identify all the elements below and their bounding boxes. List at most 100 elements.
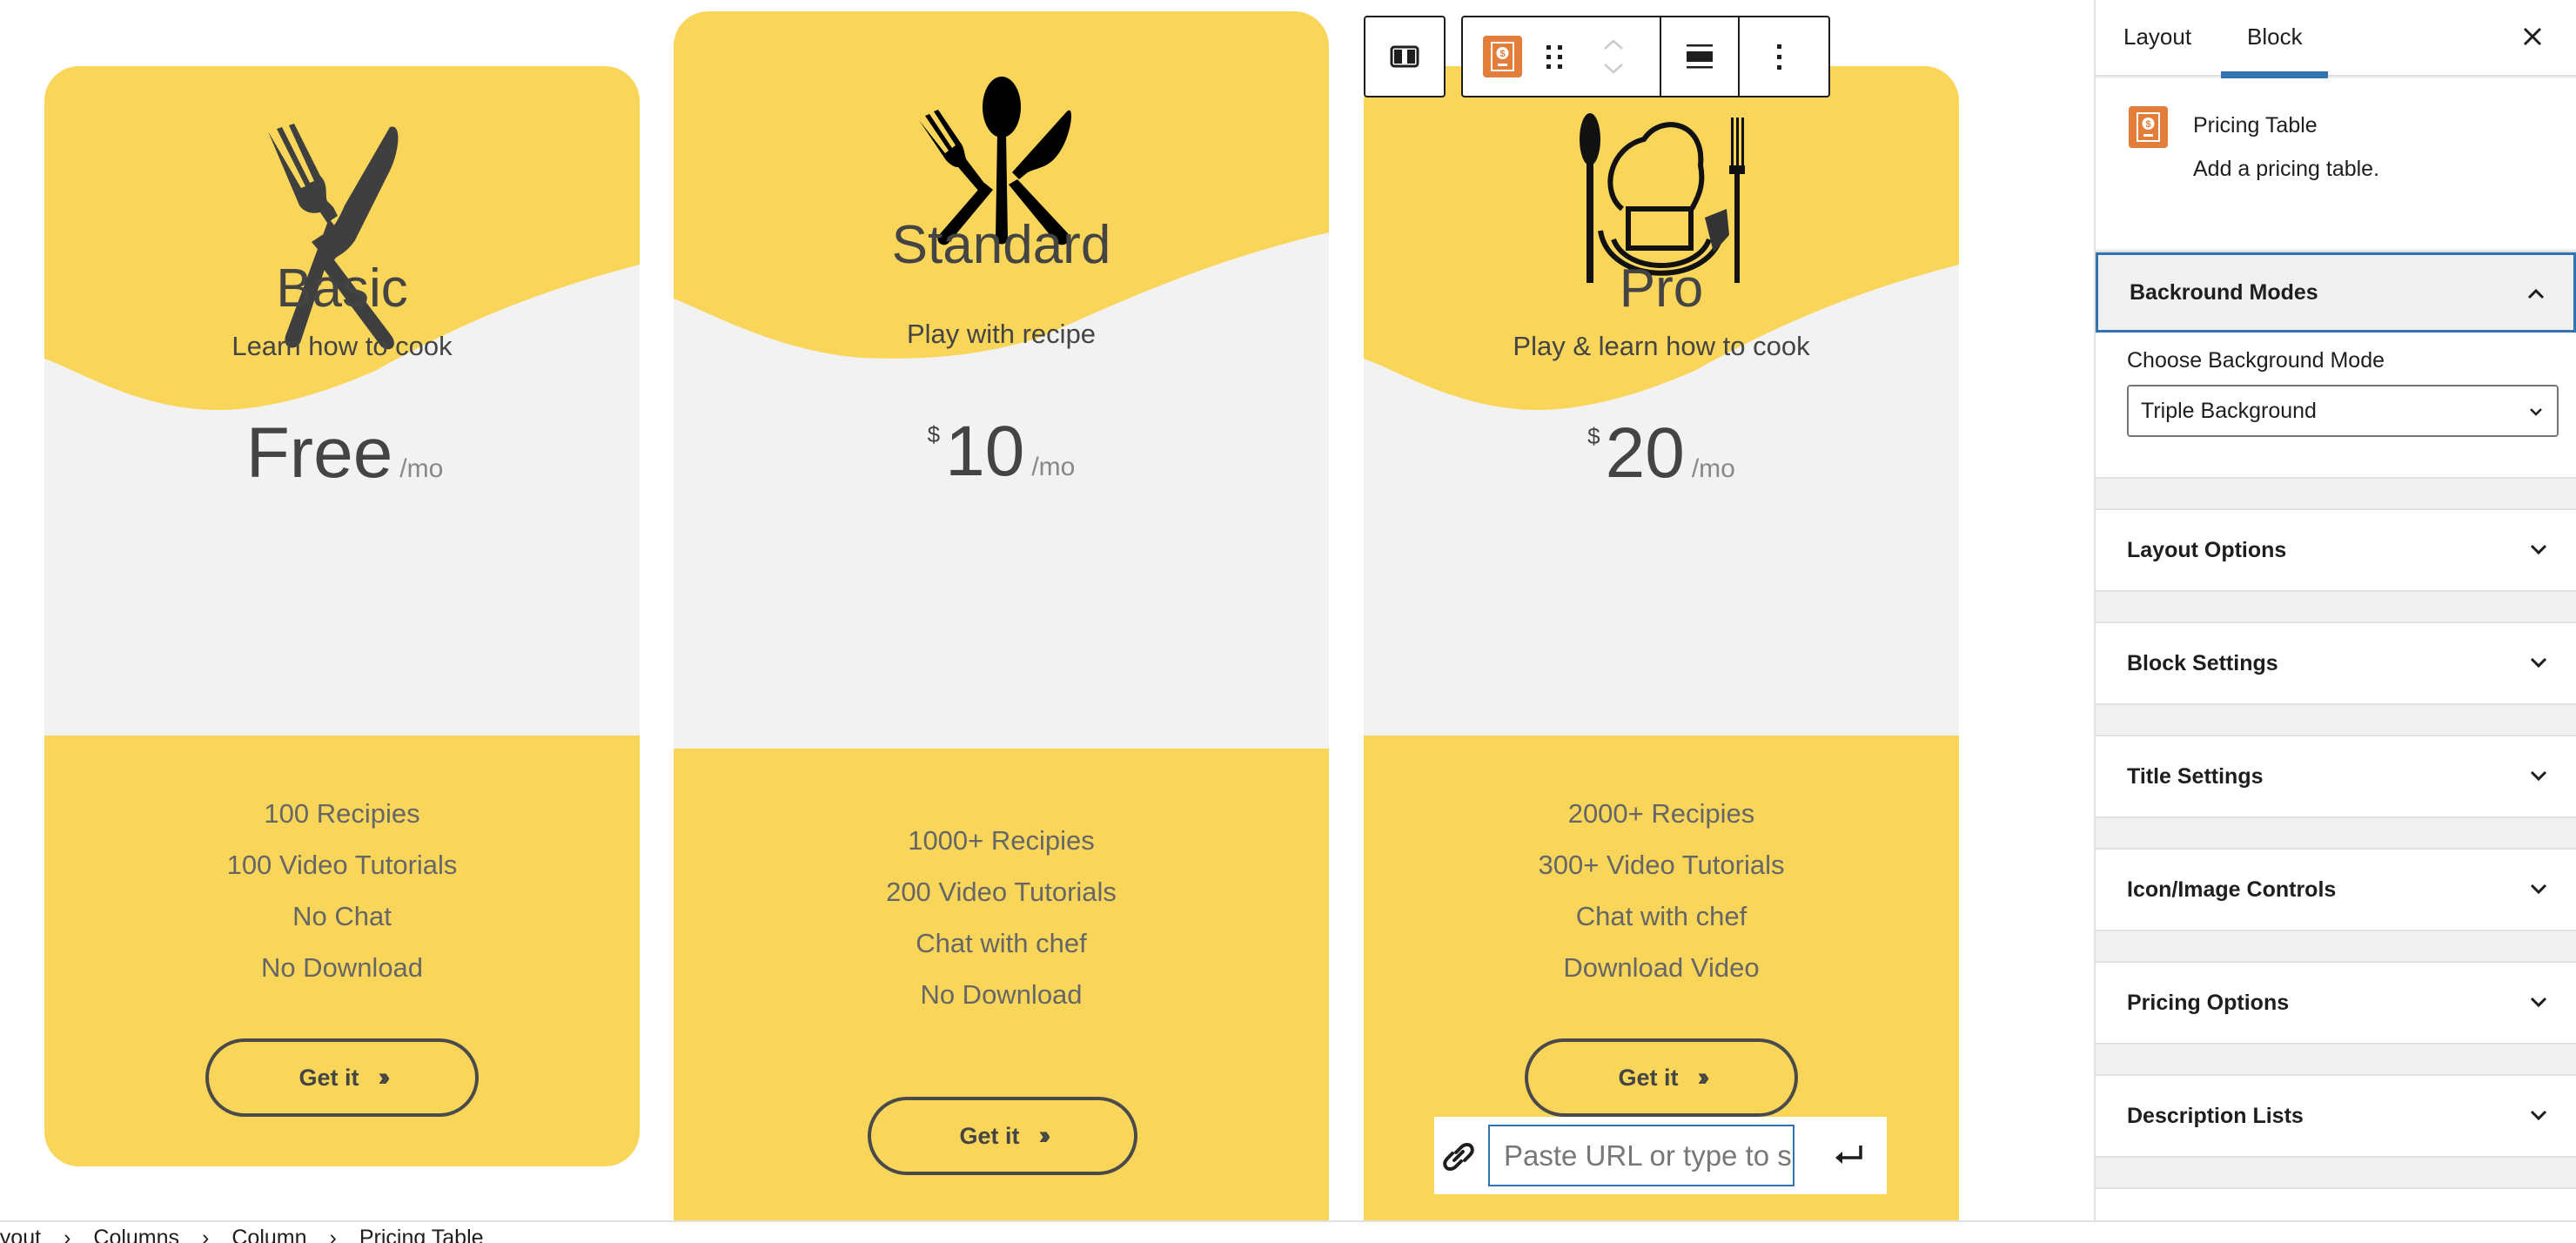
panel-toggle[interactable]: Title Settings: [2096, 736, 2576, 816]
panel-title: Backround Modes: [2130, 279, 2318, 305]
button-label: Get it: [959, 1122, 1020, 1149]
svg-text:$: $: [1499, 49, 1505, 59]
breadcrumb-separator-icon: ›: [202, 1226, 210, 1243]
get-it-button[interactable]: Get it ››: [868, 1097, 1137, 1175]
feature-item: Download Video: [1563, 952, 1760, 983]
pricing-table-block-icon: $: [1482, 36, 1522, 77]
panel-next: [2096, 1187, 2576, 1220]
submit-link-button[interactable]: [1828, 1134, 1869, 1176]
panel-background-modes: Backround Modes Choose Background Mode T…: [2096, 251, 2576, 479]
block-breadcrumb: Layout › Columns › Column › Pricing Table: [0, 1220, 2576, 1243]
panel-toggle[interactable]: Description Lists: [2096, 1076, 2576, 1156]
block-toolbar-parent-group: [1364, 16, 1446, 97]
pricing-card-pro[interactable]: Pro Play & learn how to cook $20/mo 2000…: [1364, 66, 1959, 1220]
editor-canvas: Basic Learn how to cook Free/mo 100 Reci…: [0, 0, 2096, 1220]
select-parent-columns-button[interactable]: [1365, 17, 1444, 96]
panel-toggle[interactable]: Block Settings: [2096, 623, 2576, 703]
plan-title: Standard: [891, 215, 1111, 275]
block-toolbar: $: [1461, 16, 1830, 97]
field-label: Choose Background Mode: [2127, 348, 2385, 373]
double-chevron-right-icon: ››: [1697, 1063, 1710, 1092]
panel-toggle[interactable]: Icon/Image Controls: [2096, 850, 2576, 930]
block-card: $ Pricing Table Add a pricing table.: [2096, 78, 2576, 249]
plan-price: Free/mo: [44, 418, 640, 489]
price-period: /mo: [1031, 453, 1076, 481]
plan-subtitle: Play with recipe: [906, 319, 1097, 349]
breadcrumb-separator-icon: ›: [64, 1226, 71, 1243]
breadcrumb-item[interactable]: Column: [231, 1226, 306, 1243]
feature-item: 200 Video Tutorials: [886, 877, 1117, 907]
link-icon: [1443, 1143, 1474, 1171]
pricing-table-block-icon: $: [2129, 106, 2168, 148]
double-chevron-right-icon: ››: [378, 1063, 391, 1092]
chevron-down-icon: [2530, 657, 2547, 669]
select-value: Triple Background: [2141, 398, 2317, 423]
card-bottom-section: 1000+ Recipies 200 Video Tutorials Chat …: [674, 749, 1329, 1220]
background-mode-select[interactable]: Triple Background: [2127, 385, 2559, 437]
panel-block-settings: Block Settings: [2096, 622, 2576, 705]
panel-title: Description Lists: [2127, 1103, 2304, 1128]
feature-item: 100 Video Tutorials: [226, 850, 458, 880]
panel-title: Block Settings: [2127, 650, 2278, 675]
chevron-down-icon: [2530, 770, 2547, 782]
feature-item: No Chat: [292, 901, 392, 931]
tab-layout[interactable]: Layout: [2123, 0, 2191, 77]
chevron-down-icon: [2530, 544, 2547, 555]
close-icon: [2523, 27, 2542, 46]
move-down-icon[interactable]: [1603, 63, 1624, 75]
get-it-button[interactable]: Get it ››: [1525, 1038, 1798, 1117]
panel-toggle[interactable]: Pricing Options: [2096, 963, 2576, 1043]
feature-item: No Download: [920, 979, 1083, 1010]
link-popover: [1434, 1117, 1887, 1194]
breadcrumb-item[interactable]: Layout: [0, 1226, 41, 1243]
drag-handle-icon: [1546, 45, 1562, 69]
plan-subtitle: Learn how to cook: [231, 331, 453, 361]
align-full-icon: [1687, 44, 1713, 69]
panel-title: Pricing Options: [2127, 990, 2290, 1015]
price-period: /mo: [399, 454, 444, 483]
tab-block[interactable]: Block: [2221, 0, 2327, 78]
plan-price: $10/mo: [674, 416, 1329, 487]
more-options-button[interactable]: [1740, 17, 1820, 96]
enter-icon: [1835, 1146, 1862, 1164]
panel-title-settings: Title Settings: [2096, 735, 2576, 818]
feature-item: 2000+ Recipies: [1567, 798, 1755, 829]
feature-item: No Download: [260, 952, 424, 983]
panel-icon-image-controls: Icon/Image Controls: [2096, 848, 2576, 931]
feature-item: 300+ Video Tutorials: [1538, 850, 1785, 880]
panel-toggle[interactable]: Layout Options: [2096, 510, 2576, 590]
card-bottom-section: 100 Recipies 100 Video Tutorials No Chat…: [44, 736, 640, 1166]
panel-title: Icon/Image Controls: [2127, 877, 2337, 902]
url-search-input[interactable]: [1488, 1125, 1794, 1186]
pricing-card-standard[interactable]: Standard Play with recipe $10/mo 1000+ R…: [674, 11, 1329, 1220]
price-currency: $: [927, 421, 941, 447]
price-amount: 10: [945, 412, 1025, 491]
get-it-button[interactable]: Get it ››: [205, 1038, 479, 1117]
chevron-down-icon: [2530, 1110, 2547, 1121]
feature-list: 100 Recipies 100 Video Tutorials No Chat…: [44, 788, 640, 993]
panel-description-lists: Description Lists: [2096, 1074, 2576, 1158]
price-amount: 20: [1605, 413, 1685, 493]
button-label: Get it: [299, 1064, 359, 1091]
breadcrumb-separator-icon: ›: [329, 1226, 337, 1243]
price-period: /mo: [1691, 454, 1735, 483]
breadcrumb-item[interactable]: Columns: [93, 1226, 179, 1243]
block-name: Pricing Table: [2193, 113, 2318, 138]
panel-title: Layout Options: [2127, 537, 2287, 562]
chevron-down-icon: [2530, 997, 2547, 1008]
align-button[interactable]: [1661, 17, 1738, 96]
panel-toggle[interactable]: Backround Modes: [2096, 252, 2576, 333]
feature-item: 1000+ Recipies: [908, 825, 1095, 856]
drag-handle[interactable]: [1541, 17, 1567, 96]
feature-list: 2000+ Recipies 300+ Video Tutorials Chat…: [1364, 788, 1959, 993]
close-sidebar-button[interactable]: [2515, 19, 2550, 54]
pricing-card-basic[interactable]: Basic Learn how to cook Free/mo 100 Reci…: [44, 66, 640, 1166]
columns-icon: [1390, 45, 1419, 68]
plan-title: Basic: [276, 259, 408, 319]
more-vertical-icon: [1777, 44, 1781, 70]
block-type-button[interactable]: $: [1463, 17, 1541, 96]
feature-item: 100 Recipies: [264, 798, 420, 829]
move-up-icon[interactable]: [1603, 38, 1624, 50]
chevron-down-icon: [2530, 408, 2542, 416]
price-amount: Free: [245, 413, 393, 493]
